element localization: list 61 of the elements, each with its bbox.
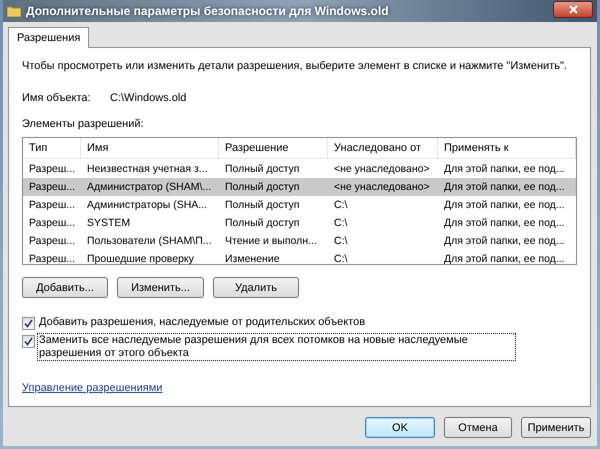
column-header[interactable]: Тип bbox=[23, 138, 81, 158]
table-cell-text: Разреш... bbox=[28, 163, 76, 175]
table-cell-text: C:\ bbox=[333, 217, 348, 229]
table-cell-text: Прошедшие проверку bbox=[86, 253, 195, 265]
list-button[interactable]: Изменить... bbox=[117, 277, 204, 298]
permission-row[interactable]: Разреш... SYSTEM Полный доступ C:\ Для этой папки, ее под... bbox=[23, 214, 576, 232]
column-header[interactable]: Разрешение bbox=[219, 138, 328, 158]
entries-label: Элементы разрешений: bbox=[22, 118, 145, 130]
checkbox[interactable] bbox=[22, 317, 35, 330]
table-cell-text: SYSTEM bbox=[86, 217, 132, 229]
permission-row[interactable]: Разреш... Неизвестная учетная з... Полный доступ <не унаследовано> Для этой папки, ее под... bbox=[23, 160, 576, 178]
table-cell-text: Разреш... bbox=[28, 217, 76, 229]
column-header[interactable]: Применять к bbox=[438, 138, 576, 158]
table-cell-text: Администраторы (SHA... bbox=[86, 199, 208, 211]
checkbox-label[interactable]: Добавить разрешения, наследуемые от родительских объектов bbox=[38, 316, 515, 329]
table-cell-text: Чтение и выполн... bbox=[224, 235, 318, 247]
dialog-button[interactable]: Отмена bbox=[444, 417, 512, 438]
window-title: Дополнительные параметры безопасности для Windows.old bbox=[26, 4, 390, 18]
table-cell-text: Полный доступ bbox=[224, 217, 300, 229]
tab[interactable]: Разрешения bbox=[8, 27, 90, 48]
table-cell-text: Разреш... bbox=[28, 199, 76, 211]
close-button[interactable] bbox=[553, 0, 593, 18]
table-cell-text: Для этой папки, ее под... bbox=[443, 217, 566, 229]
column-header[interactable]: Имя bbox=[81, 138, 219, 158]
permission-row[interactable]: Разреш... Пользователи (SHAM\П... Чтение и выполн... C:\ Для этой папки, ее под... bbox=[23, 232, 576, 250]
table-cell-text: C:\ bbox=[333, 253, 348, 265]
checkbox-label[interactable]: Заменить все наследуемые разрешения для всех потомков на новые наследуемые разрешения от этого объекта bbox=[38, 334, 515, 360]
table-cell-text: <не унаследовано> bbox=[333, 181, 431, 193]
dialog-button[interactable]: Применить bbox=[521, 417, 591, 438]
folder-icon bbox=[7, 5, 21, 17]
table-cell-text: Неизвестная учетная з... bbox=[86, 163, 209, 175]
close-icon bbox=[568, 4, 578, 14]
instruction-text: Чтобы просмотреть или изменить детали разрешения, выберите элемент в списке и нажмите "Изменить". bbox=[22, 60, 568, 72]
table-cell-text: Для этой папки, ее под... bbox=[443, 181, 566, 193]
table-cell-text: Для этой папки, ее под... bbox=[443, 235, 566, 247]
table-cell-text: Для этой папки, ее под... bbox=[443, 253, 566, 265]
table-cell-text: Полный доступ bbox=[224, 163, 300, 175]
object-name-label: Имя объекта: bbox=[22, 92, 92, 104]
list-button[interactable]: Удалить bbox=[213, 277, 299, 298]
table-cell-text: C:\ bbox=[333, 199, 348, 211]
table-cell-text: Полный доступ bbox=[224, 181, 300, 193]
permission-row[interactable]: Разреш... Администратор (SHAM\... Полный доступ <не унаследовано> Для этой папки, ее под... bbox=[23, 178, 576, 196]
table-cell-text: Пользователи (SHAM\П... bbox=[86, 235, 212, 247]
table-cell-text: Разреш... bbox=[28, 235, 76, 247]
permission-row[interactable]: Разреш... Администраторы (SHA... Полный доступ C:\ Для этой папки, ее под... bbox=[23, 196, 576, 214]
table-cell-text: Администратор (SHAM\... bbox=[86, 181, 212, 193]
permission-row[interactable]: Разреш... Прошедшие проверку Изменение C:\ Для этой папки, ее под... bbox=[23, 250, 576, 268]
table-cell-text: Изменение bbox=[224, 253, 281, 265]
table-cell-text: Для этой папки, ее под... bbox=[443, 163, 566, 175]
table-cell-text: Разреш... bbox=[28, 253, 76, 265]
table-cell-text: Полный доступ bbox=[224, 199, 300, 211]
table-cell-text: C:\ bbox=[333, 235, 348, 247]
column-header[interactable]: Унаследовано от bbox=[328, 138, 438, 158]
table-cell-text: Для этой папки, ее под... bbox=[443, 199, 566, 211]
object-name-value: C:\Windows.old bbox=[110, 92, 186, 104]
table-cell-text: <не унаследовано> bbox=[333, 163, 431, 175]
table-cell-text: Разреш... bbox=[28, 181, 76, 193]
dialog-button[interactable]: OK bbox=[365, 417, 435, 438]
manage-permissions-link[interactable]: Управление разрешениями bbox=[22, 382, 162, 394]
checkbox[interactable] bbox=[22, 335, 35, 348]
list-button[interactable]: Добавить... bbox=[22, 277, 108, 298]
